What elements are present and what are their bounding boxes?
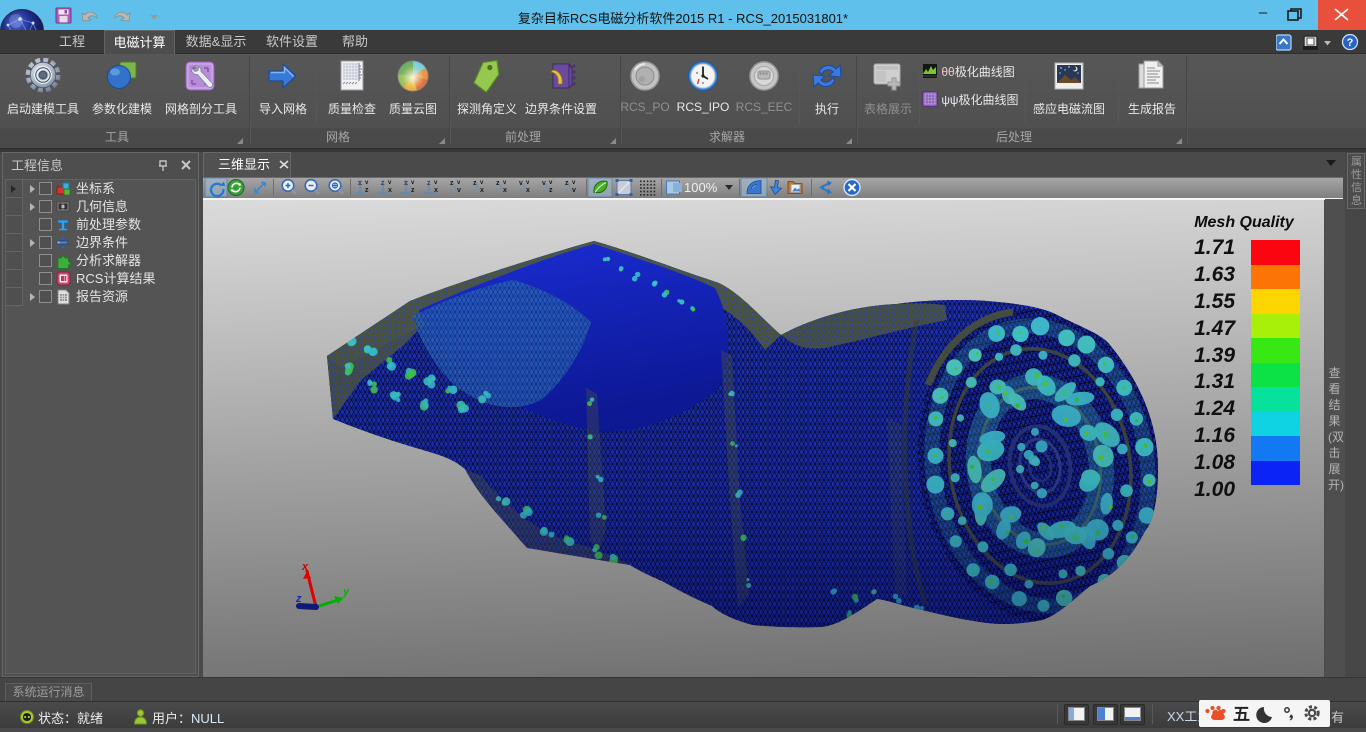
svg-text:?: ? (1347, 37, 1354, 49)
svg-text:五: 五 (1233, 705, 1250, 724)
svg-text:v: v (388, 180, 392, 186)
svg-text:v: v (480, 180, 484, 186)
svg-text:v: v (457, 180, 461, 186)
svg-text:v: v (365, 180, 369, 186)
svg-text:z: z (549, 187, 553, 194)
svg-text:z: z (295, 593, 302, 605)
svg-text:v: v (434, 180, 438, 186)
svg-text:100%: 100% (684, 180, 718, 195)
svg-text:v: v (572, 180, 576, 186)
svg-text:v: v (503, 180, 507, 186)
svg-text:x: x (503, 187, 507, 194)
svg-text:y: y (342, 586, 350, 598)
svg-text:v: v (411, 180, 415, 186)
svg-text:v: v (572, 187, 576, 194)
svg-text:x: x (526, 187, 530, 194)
svg-text:v: v (549, 180, 553, 186)
svg-text:x: x (301, 561, 309, 573)
svg-text:v: v (526, 180, 530, 186)
svg-text:v: v (457, 187, 461, 194)
svg-text:x: x (480, 187, 484, 194)
